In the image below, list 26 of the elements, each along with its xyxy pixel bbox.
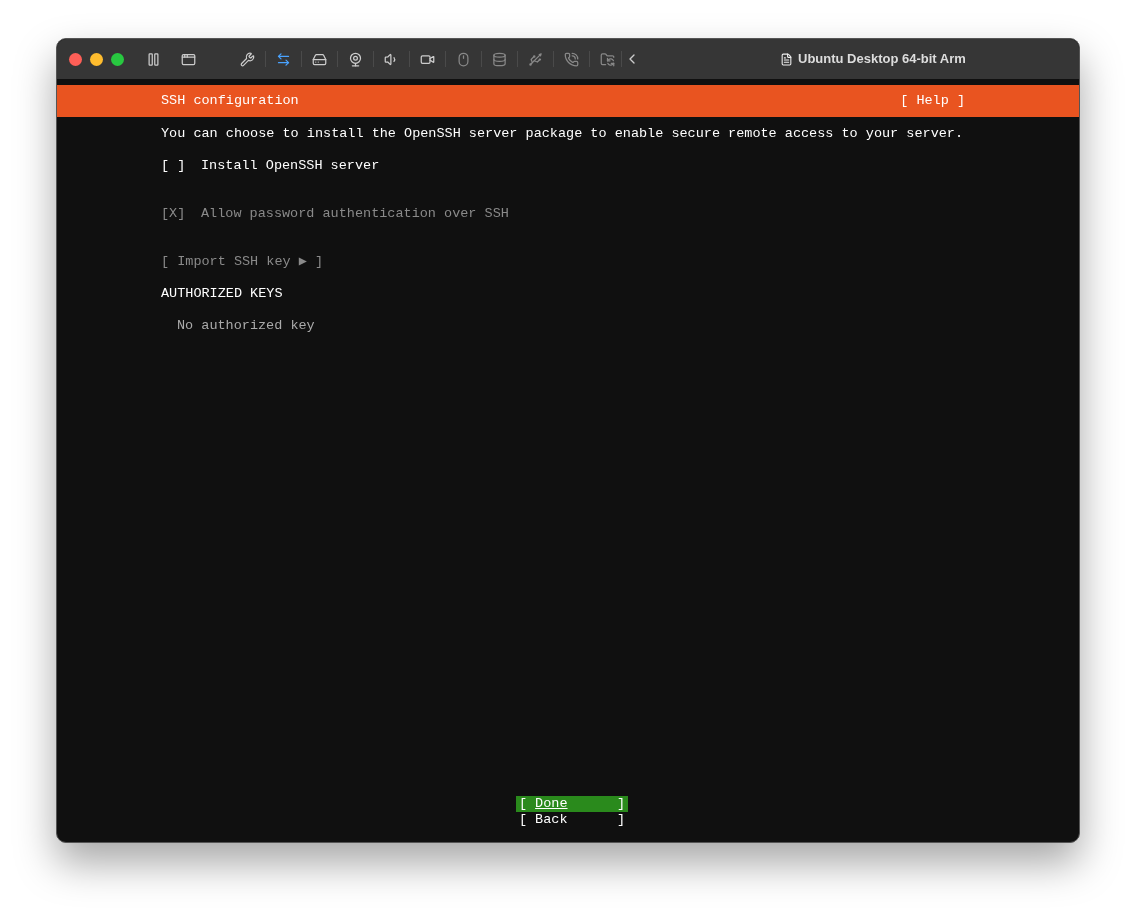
description-text: You can choose to install the OpenSSH server package to enable secure remote access to your server.: [161, 126, 965, 142]
drive-icon[interactable]: [312, 51, 327, 67]
network-icon[interactable]: [276, 51, 291, 67]
screen-title: SSH configuration: [161, 93, 299, 109]
document-icon: [780, 52, 793, 66]
action-button[interactable]: [ Done ]: [516, 796, 628, 812]
stack-icon[interactable]: [492, 51, 507, 67]
pause-icon[interactable]: [146, 51, 161, 67]
phone-icon[interactable]: [564, 51, 579, 67]
help-button[interactable]: [ Help ]: [900, 93, 965, 109]
checkbox-label: Install OpenSSH server: [201, 158, 380, 174]
checkbox[interactable]: [ ]: [161, 158, 201, 174]
empty-keys-text: No authorized key: [177, 318, 316, 334]
webcam-icon[interactable]: [348, 51, 363, 67]
window-title: Ubuntu Desktop 64-bit Arm: [798, 50, 966, 69]
checkbox-label: Allow password authentication over SSH: [201, 206, 509, 222]
folder-icon[interactable]: [600, 51, 615, 67]
usb-icon[interactable]: [528, 51, 543, 67]
zoom-button[interactable]: [111, 52, 124, 66]
section-heading: AUTHORIZED KEYS: [161, 286, 284, 302]
minimize-button[interactable]: [90, 52, 103, 66]
mouse-icon[interactable]: [456, 51, 471, 67]
window-icon[interactable]: [181, 51, 196, 67]
wrench-icon[interactable]: [240, 51, 255, 67]
close-button[interactable]: [69, 52, 82, 66]
action-button[interactable]: [ Back ]: [516, 812, 628, 828]
